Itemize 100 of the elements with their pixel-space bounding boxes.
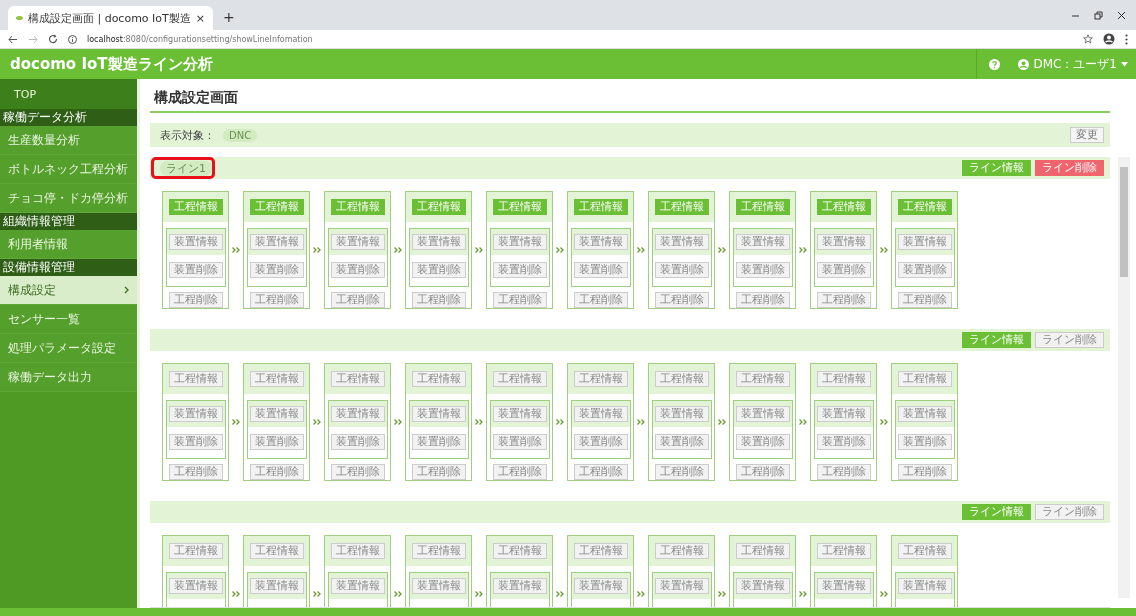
process-info-button[interactable]: 工程情報 <box>492 198 547 215</box>
scrollbar[interactable] <box>1118 157 1130 598</box>
process-delete-button[interactable]: 工程削除 <box>654 464 709 480</box>
process-delete-button[interactable]: 工程削除 <box>735 464 790 480</box>
process-info-button[interactable]: 工程情報 <box>654 198 709 215</box>
process-delete-button[interactable]: 工程削除 <box>492 464 547 480</box>
process-delete-button[interactable]: 工程削除 <box>573 464 628 480</box>
process-info-button[interactable]: 工程情報 <box>411 198 466 215</box>
device-info-button[interactable]: 装置情報 <box>816 233 871 250</box>
nav-item[interactable]: 利用者情報 <box>0 230 137 259</box>
process-delete-button[interactable]: 工程削除 <box>330 292 385 308</box>
process-delete-button[interactable]: 工程削除 <box>573 292 628 308</box>
nav-item[interactable]: 稼働データ出力 <box>0 363 137 392</box>
process-info-button[interactable]: 工程情報 <box>249 543 304 559</box>
device-info-button[interactable]: 装置情報 <box>573 233 628 250</box>
process-delete-button[interactable]: 工程削除 <box>249 292 304 308</box>
process-info-button[interactable]: 工程情報 <box>249 370 304 387</box>
process-info-button[interactable]: 工程情報 <box>897 543 952 559</box>
process-info-button[interactable]: 工程情報 <box>816 198 871 215</box>
device-info-button[interactable]: 装置情報 <box>897 578 952 594</box>
device-info-button[interactable]: 装置情報 <box>168 578 223 594</box>
process-delete-button[interactable]: 工程削除 <box>249 464 304 480</box>
process-info-button[interactable]: 工程情報 <box>735 370 790 387</box>
device-info-button[interactable]: 装置情報 <box>492 233 547 250</box>
process-info-button[interactable]: 工程情報 <box>249 198 304 215</box>
device-delete-button[interactable]: 装置削除 <box>168 434 223 451</box>
line-delete-button[interactable]: ライン削除 <box>1035 332 1104 348</box>
device-info-button[interactable]: 装置情報 <box>573 405 628 422</box>
device-delete-button[interactable]: 装置削除 <box>735 262 790 279</box>
device-info-button[interactable]: 装置情報 <box>735 578 790 594</box>
reload-icon[interactable] <box>48 34 58 44</box>
device-info-button[interactable]: 装置情報 <box>330 578 385 594</box>
process-info-button[interactable]: 工程情報 <box>735 543 790 559</box>
device-info-button[interactable]: 装置情報 <box>897 233 952 250</box>
process-delete-button[interactable]: 工程削除 <box>816 292 871 308</box>
device-delete-button[interactable]: 装置削除 <box>654 262 709 279</box>
close-tab-button[interactable]: × <box>195 11 205 25</box>
process-delete-button[interactable]: 工程削除 <box>168 292 223 308</box>
device-delete-button[interactable]: 装置削除 <box>492 262 547 279</box>
process-info-button[interactable]: 工程情報 <box>573 198 628 215</box>
process-delete-button[interactable]: 工程削除 <box>897 292 952 308</box>
process-info-button[interactable]: 工程情報 <box>573 543 628 559</box>
device-delete-button[interactable]: 装置削除 <box>735 434 790 451</box>
browser-tab[interactable]: 構成設定画面 | docomo IoT製造 × <box>8 6 213 30</box>
nav-item[interactable]: TOP <box>0 79 137 109</box>
process-delete-button[interactable]: 工程削除 <box>816 464 871 480</box>
process-info-button[interactable]: 工程情報 <box>897 370 952 387</box>
url-text[interactable]: localhost:8080/configurationsetting/showLineInfomation <box>87 34 313 44</box>
device-delete-button[interactable]: 装置削除 <box>816 434 871 451</box>
process-delete-button[interactable]: 工程削除 <box>735 292 790 308</box>
device-info-button[interactable]: 装置情報 <box>411 233 466 250</box>
process-info-button[interactable]: 工程情報 <box>411 370 466 387</box>
device-info-button[interactable]: 装置情報 <box>816 405 871 422</box>
nav-item[interactable]: 構成設定 <box>0 276 137 305</box>
device-delete-button[interactable]: 装置削除 <box>168 262 223 279</box>
process-info-button[interactable]: 工程情報 <box>654 543 709 559</box>
nav-item[interactable]: センサー一覧 <box>0 305 137 334</box>
device-info-button[interactable]: 装置情報 <box>168 233 223 250</box>
device-info-button[interactable]: 装置情報 <box>573 578 628 594</box>
device-delete-button[interactable]: 装置削除 <box>897 262 952 279</box>
new-tab-button[interactable]: + <box>223 9 235 25</box>
star-icon[interactable] <box>1083 34 1093 44</box>
device-info-button[interactable]: 装置情報 <box>654 578 709 594</box>
process-info-button[interactable]: 工程情報 <box>492 543 547 559</box>
process-info-button[interactable]: 工程情報 <box>897 198 952 215</box>
process-info-button[interactable]: 工程情報 <box>816 370 871 387</box>
nav-item[interactable]: 処理パラメータ設定 <box>0 334 137 363</box>
device-info-button[interactable]: 装置情報 <box>735 233 790 250</box>
device-delete-button[interactable]: 装置削除 <box>573 262 628 279</box>
process-info-button[interactable]: 工程情報 <box>816 543 871 559</box>
restore-icon[interactable] <box>1094 10 1103 20</box>
process-delete-button[interactable]: 工程削除 <box>168 464 223 480</box>
device-delete-button[interactable]: 装置削除 <box>330 262 385 279</box>
menu-icon[interactable] <box>1125 33 1128 45</box>
line-info-button[interactable]: ライン情報 <box>962 160 1031 176</box>
device-delete-button[interactable]: 装置削除 <box>249 262 304 279</box>
process-info-button[interactable]: 工程情報 <box>411 543 466 559</box>
process-info-button[interactable]: 工程情報 <box>492 370 547 387</box>
device-info-button[interactable]: 装置情報 <box>897 405 952 422</box>
user-menu[interactable]: DMC：ユーザ1 <box>1012 49 1128 79</box>
line-delete-button[interactable]: ライン削除 <box>1035 504 1104 520</box>
process-info-button[interactable]: 工程情報 <box>573 370 628 387</box>
device-info-button[interactable]: 装置情報 <box>249 578 304 594</box>
nav-item[interactable]: チョコ停・ドカ停分析 <box>0 184 137 213</box>
process-info-button[interactable]: 工程情報 <box>168 198 223 215</box>
process-info-button[interactable]: 工程情報 <box>330 198 385 215</box>
process-info-button[interactable]: 工程情報 <box>168 543 223 559</box>
account-icon[interactable] <box>1103 33 1115 45</box>
device-info-button[interactable]: 装置情報 <box>492 578 547 594</box>
line-delete-button[interactable]: ライン削除 <box>1035 160 1104 176</box>
device-info-button[interactable]: 装置情報 <box>168 405 223 422</box>
device-info-button[interactable]: 装置情報 <box>816 578 871 594</box>
device-delete-button[interactable]: 装置削除 <box>654 434 709 451</box>
process-delete-button[interactable]: 工程削除 <box>411 292 466 308</box>
device-info-button[interactable]: 装置情報 <box>411 578 466 594</box>
device-info-button[interactable]: 装置情報 <box>654 405 709 422</box>
device-delete-button[interactable]: 装置削除 <box>492 434 547 451</box>
device-info-button[interactable]: 装置情報 <box>330 405 385 422</box>
device-delete-button[interactable]: 装置削除 <box>816 262 871 279</box>
process-delete-button[interactable]: 工程削除 <box>654 292 709 308</box>
